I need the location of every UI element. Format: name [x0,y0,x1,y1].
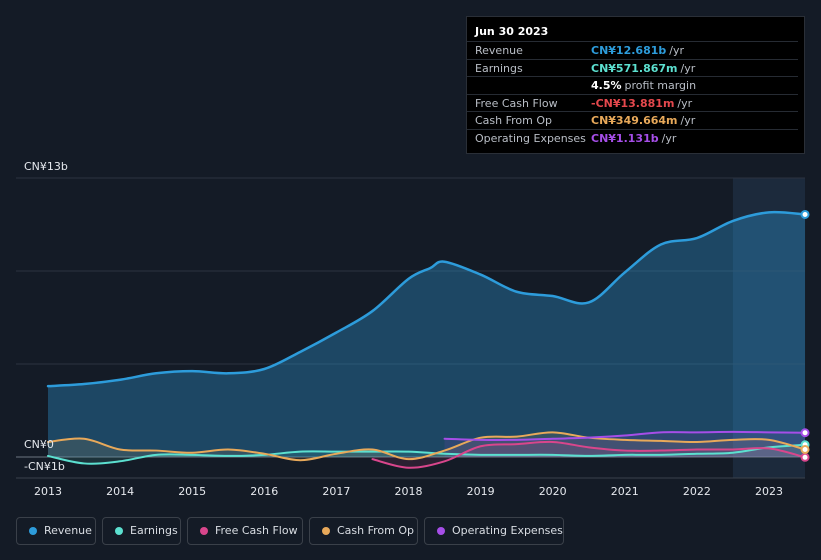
cash-from-op-end-marker [800,444,810,454]
series-areas [48,212,806,468]
legend-dot-icon [437,527,445,535]
tooltip-row-value: 4.5% profit margin [591,79,696,92]
legend-item-free-cash-flow[interactable]: Free Cash Flow [187,517,303,545]
legend-dot-icon [29,527,37,535]
tooltip-row: Cash From Op CN¥349.664m/yr [467,111,798,129]
tooltip-row-value: CN¥12.681b/yr [591,44,684,57]
tooltip-value-text: CN¥349.664m [591,114,678,127]
legend-label: Free Cash Flow [215,524,298,537]
y-axis-neg-label: -CN¥1b [24,460,65,473]
tooltip-value-unit: profit margin [624,79,697,92]
tooltip-value-unit: /yr [669,44,685,57]
legend-item-operating-expenses[interactable]: Operating Expenses [424,517,564,545]
tooltip-value-unit: /yr [680,61,696,75]
legend-dot-icon [200,527,208,535]
legend-item-cash-from-op[interactable]: Cash From Op [309,517,418,545]
legend-label: Cash From Op [337,524,415,537]
x-tick-label: 2018 [394,485,423,498]
revenue-end-marker [800,209,810,219]
x-tick-label: 2013 [34,485,62,498]
legend-label: Earnings [130,524,178,537]
x-tick-label: 2015 [178,485,207,498]
x-tick-label: 2017 [322,485,351,498]
x-tick-label: 2021 [610,485,639,498]
revenue-area [48,212,806,457]
operating-expenses-end-marker [800,428,810,438]
tooltip-date: Jun 30 2023 [475,25,549,38]
data-tooltip: Jun 30 2023 Revenue CN¥12.681b/yr Earnings… [466,16,805,154]
tooltip-value-text: -CN¥13.881m [591,96,675,110]
tooltip-value-text: CN¥12.681b [591,44,667,57]
x-tick-label: 2023 [755,485,783,498]
tooltip-row-label: Operating Expenses [475,131,586,145]
tooltip-value-unit: /yr [680,114,696,127]
x-tick-label: 2016 [250,485,279,498]
x-tick-label: 2022 [682,485,711,498]
tooltip-row-value: CN¥349.664m/yr [591,114,695,127]
legend-dot-icon [322,527,330,535]
tooltip-row: Free Cash Flow -CN¥13.881m/yr [467,93,798,112]
legend-item-revenue[interactable]: Revenue [16,517,96,545]
tooltip-row-value: CN¥571.867m/yr [591,62,695,75]
legend-label: Operating Expenses [452,524,563,537]
legend-label: Revenue [44,524,92,537]
x-tick-label: 2019 [466,485,495,498]
tooltip-value-text: CN¥571.867m [591,61,678,75]
tooltip-row-label: Revenue [475,44,523,57]
legend-dot-icon [115,527,123,535]
tooltip-row-label: Free Cash Flow [475,96,558,110]
tooltip-value-text: 4.5% [591,79,622,92]
tooltip-row: Operating Expenses CN¥1.131b/yr [467,128,798,147]
y-axis-zero-label: CN¥0 [24,438,54,451]
tooltip-row: 4.5% profit margin [467,76,798,94]
y-axis-top-label: CN¥13b [24,160,68,173]
x-tick-label: 2014 [106,485,135,498]
tooltip-row-label: Cash From Op [475,114,553,127]
tooltip-row: Earnings CN¥571.867m/yr [467,58,798,77]
tooltip-row-value: -CN¥13.881m/yr [591,97,692,110]
tooltip-value-unit: /yr [677,96,693,110]
free-cash-flow-end-marker [800,452,810,462]
tooltip-value-unit: /yr [661,131,677,145]
x-tick-label: 2020 [538,485,567,498]
tooltip-value-text: CN¥1.131b [591,131,659,145]
tooltip-row-label: Earnings [475,61,523,75]
legend-item-earnings[interactable]: Earnings [102,517,181,545]
tooltip-row-value: CN¥1.131b/yr [591,132,676,145]
tooltip-row: Revenue CN¥12.681b/yr [467,41,798,59]
